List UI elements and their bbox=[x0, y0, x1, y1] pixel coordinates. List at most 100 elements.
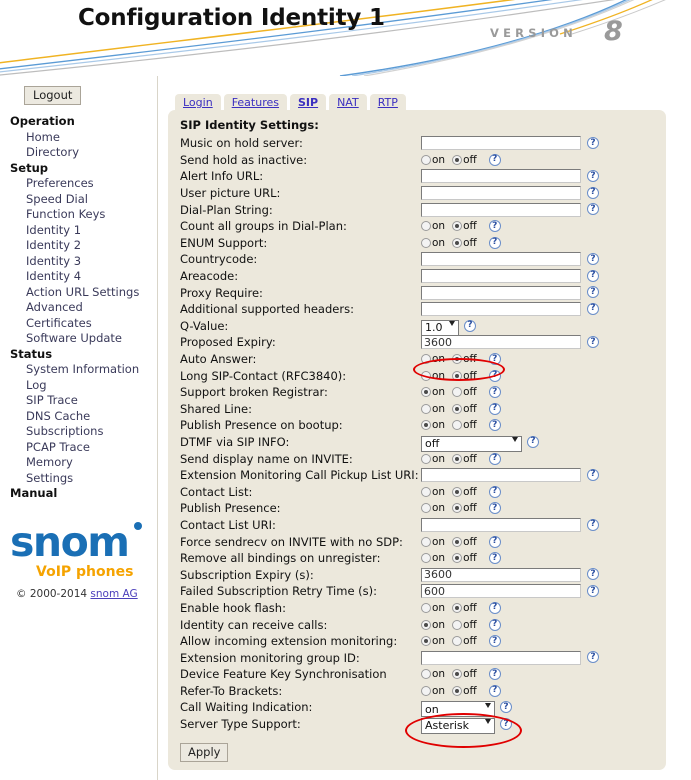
help-icon-force-sendrecv-on-invite-with-no-sdp[interactable]: ? bbox=[488, 535, 501, 548]
input-music-on-hold-server[interactable] bbox=[421, 136, 581, 151]
input-alert-info-url[interactable] bbox=[421, 169, 581, 184]
help-icon-user-picture-url[interactable]: ? bbox=[587, 186, 599, 199]
help-icon-dtmf-via-sip-info[interactable]: ? bbox=[527, 435, 539, 448]
radio-off-auto-answer[interactable] bbox=[452, 354, 463, 365]
help-icon-send-hold-as-inactive[interactable]: ? bbox=[488, 153, 501, 166]
help-icon-additional-supported-headers[interactable]: ? bbox=[587, 302, 599, 315]
radio-on-enum-support[interactable] bbox=[421, 237, 431, 248]
radio-on-auto-answer[interactable] bbox=[421, 354, 431, 365]
input-additional-supported-headers[interactable] bbox=[421, 302, 581, 317]
tab-nat[interactable]: NAT bbox=[329, 94, 367, 110]
radio-off-refer-to-brackets[interactable] bbox=[452, 685, 463, 696]
help-icon-publish-presence[interactable]: ? bbox=[488, 502, 501, 515]
radio-on-send-hold-as-inactive[interactable] bbox=[421, 154, 431, 165]
help-icon-contact-list[interactable]: ? bbox=[488, 485, 501, 498]
sidebar-item-action-url-settings[interactable]: Action URL Settings bbox=[8, 285, 158, 301]
help-icon-contact-list-uri[interactable]: ? bbox=[587, 518, 599, 531]
help-icon-failed-subscription-retry-time-s[interactable]: ? bbox=[587, 585, 599, 598]
tab-rtp[interactable]: RTP bbox=[369, 94, 406, 110]
radio-on-send-display-name-on-invite[interactable] bbox=[421, 453, 431, 464]
radio-on-remove-all-bindings-on-unregister[interactable] bbox=[421, 553, 431, 564]
sidebar-item-identity-4[interactable]: Identity 4 bbox=[8, 269, 158, 285]
radio-off-remove-all-bindings-on-unregister[interactable] bbox=[452, 553, 463, 564]
input-extension-monitoring-call-pickup-list-uri[interactable] bbox=[421, 468, 581, 483]
sidebar-item-directory[interactable]: Directory bbox=[8, 145, 158, 161]
radio-on-contact-list[interactable] bbox=[421, 486, 431, 497]
sidebar-item-advanced[interactable]: Advanced bbox=[8, 300, 158, 316]
apply-button[interactable]: Apply bbox=[180, 743, 229, 763]
tab-features[interactable]: Features bbox=[223, 94, 287, 110]
help-icon-count-all-groups-in-dial-plan[interactable]: ? bbox=[488, 220, 501, 233]
radio-off-send-hold-as-inactive[interactable] bbox=[452, 154, 463, 165]
help-icon-identity-can-receive-calls[interactable]: ? bbox=[488, 618, 501, 631]
help-icon-areacode[interactable]: ? bbox=[587, 269, 599, 282]
help-icon-proposed-expiry[interactable]: ? bbox=[587, 336, 599, 349]
sidebar-item-identity-1[interactable]: Identity 1 bbox=[8, 223, 158, 239]
radio-off-force-sendrecv-on-invite-with-no-sdp[interactable] bbox=[452, 536, 463, 547]
input-areacode[interactable] bbox=[421, 269, 581, 284]
input-countrycode[interactable] bbox=[421, 252, 581, 267]
help-icon-enum-support[interactable]: ? bbox=[488, 236, 501, 249]
input-proxy-require[interactable] bbox=[421, 285, 581, 300]
radio-on-count-all-groups-in-dial-plan[interactable] bbox=[421, 221, 431, 232]
help-icon-server-type-support[interactable]: ? bbox=[500, 718, 512, 731]
help-icon-shared-line[interactable]: ? bbox=[488, 402, 501, 415]
select-server-type-support[interactable]: AsteriskdefaultBroadsoftSylantro bbox=[421, 717, 495, 734]
sidebar-item-identity-3[interactable]: Identity 3 bbox=[8, 254, 158, 270]
radio-on-force-sendrecv-on-invite-with-no-sdp[interactable] bbox=[421, 536, 431, 547]
help-icon-extension-monitoring-group-id[interactable]: ? bbox=[587, 651, 599, 664]
sidebar-item-system-information[interactable]: System Information bbox=[8, 362, 158, 378]
help-icon-auto-answer[interactable]: ? bbox=[488, 353, 501, 366]
help-icon-device-feature-key-synchronisation[interactable]: ? bbox=[488, 668, 501, 681]
input-extension-monitoring-group-id[interactable] bbox=[421, 650, 581, 665]
radio-off-contact-list[interactable] bbox=[452, 486, 463, 497]
radio-off-send-display-name-on-invite[interactable] bbox=[452, 453, 463, 464]
help-icon-dial-plan-string[interactable]: ? bbox=[587, 203, 599, 216]
help-icon-proxy-require[interactable]: ? bbox=[587, 286, 599, 299]
help-icon-send-display-name-on-invite[interactable]: ? bbox=[488, 452, 501, 465]
radio-on-long-sip-contact-rfc3840[interactable] bbox=[421, 370, 431, 381]
help-icon-publish-presence-on-bootup[interactable]: ? bbox=[488, 419, 501, 432]
sidebar-item-speed-dial[interactable]: Speed Dial bbox=[8, 192, 158, 208]
sidebar-item-identity-2[interactable]: Identity 2 bbox=[8, 238, 158, 254]
sidebar-item-certificates[interactable]: Certificates bbox=[8, 316, 158, 332]
radio-off-publish-presence[interactable] bbox=[452, 503, 463, 514]
input-subscription-expiry-s[interactable] bbox=[421, 567, 581, 582]
radio-off-count-all-groups-in-dial-plan[interactable] bbox=[452, 221, 463, 232]
sidebar-item-software-update[interactable]: Software Update bbox=[8, 331, 158, 347]
tab-sip[interactable]: SIP bbox=[290, 94, 327, 110]
radio-off-allow-incoming-extension-monitoring[interactable] bbox=[452, 636, 463, 647]
help-icon-alert-info-url[interactable]: ? bbox=[587, 170, 599, 183]
radio-on-shared-line[interactable] bbox=[421, 403, 431, 414]
sidebar-item-log[interactable]: Log bbox=[8, 378, 158, 394]
radio-on-support-broken-registrar[interactable] bbox=[421, 387, 431, 398]
sidebar-item-subscriptions[interactable]: Subscriptions bbox=[8, 424, 158, 440]
sidebar-item-function-keys[interactable]: Function Keys bbox=[8, 207, 158, 223]
help-icon-q-value[interactable]: ? bbox=[464, 319, 476, 332]
sidebar-item-dns-cache[interactable]: DNS Cache bbox=[8, 409, 158, 425]
input-proposed-expiry[interactable] bbox=[421, 335, 581, 350]
sidebar-item-memory[interactable]: Memory bbox=[8, 455, 158, 471]
help-icon-subscription-expiry-s[interactable]: ? bbox=[587, 568, 599, 581]
help-icon-support-broken-registrar[interactable]: ? bbox=[488, 386, 501, 399]
sidebar-item-preferences[interactable]: Preferences bbox=[8, 176, 158, 192]
snom-ag-link[interactable]: snom AG bbox=[90, 588, 137, 600]
help-icon-refer-to-brackets[interactable]: ? bbox=[488, 684, 501, 697]
help-icon-extension-monitoring-call-pickup-list-uri[interactable]: ? bbox=[587, 468, 599, 481]
help-icon-allow-incoming-extension-monitoring[interactable]: ? bbox=[488, 635, 501, 648]
input-user-picture-url[interactable] bbox=[421, 186, 581, 201]
radio-on-publish-presence[interactable] bbox=[421, 503, 431, 514]
radio-on-identity-can-receive-calls[interactable] bbox=[421, 619, 431, 630]
radio-on-publish-presence-on-bootup[interactable] bbox=[421, 420, 431, 431]
input-dial-plan-string[interactable] bbox=[421, 202, 581, 217]
radio-off-publish-presence-on-bootup[interactable] bbox=[452, 420, 463, 431]
radio-off-shared-line[interactable] bbox=[452, 403, 463, 414]
logout-button[interactable]: Logout bbox=[24, 86, 82, 105]
radio-off-long-sip-contact-rfc3840[interactable] bbox=[452, 370, 463, 381]
radio-on-device-feature-key-synchronisation[interactable] bbox=[421, 669, 431, 680]
sidebar-item-sip-trace[interactable]: SIP Trace bbox=[8, 393, 158, 409]
sidebar-item-pcap-trace[interactable]: PCAP Trace bbox=[8, 440, 158, 456]
radio-off-enable-hook-flash[interactable] bbox=[452, 602, 463, 613]
radio-off-enum-support[interactable] bbox=[452, 237, 463, 248]
sidebar-item-home[interactable]: Home bbox=[8, 130, 158, 146]
